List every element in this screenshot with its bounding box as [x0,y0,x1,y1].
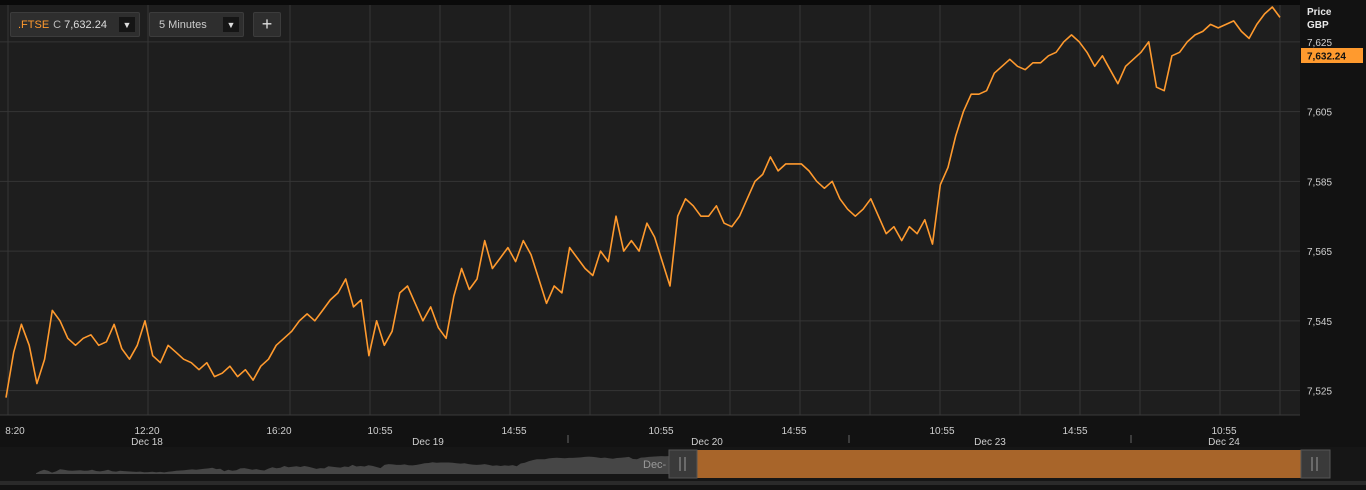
price-chart[interactable]: 7,525 7,545 7,565 7,585 7,605 7,625 8:20 12:20… [0,0,1366,485]
x-axis: 8:20 12:20Dec 18 16:20 10:55 Dec 19 14:55 10:5… [0,414,1300,448]
chevron-down-icon[interactable]: ▼ [119,17,135,32]
navigator-scrollbar[interactable] [0,481,1366,485]
interval-label: 5 Minutes [159,18,207,31]
plus-icon: + [261,14,273,34]
x-tick-label: 12:20 [134,426,159,437]
interval-select[interactable]: 5 Minutes ▼ [149,12,244,37]
y-tick-label: 7,605 [1307,108,1332,119]
symbol-select[interactable]: .FTSE C 7,632.24 ▼ [10,12,140,37]
x-date-label: Dec 24 [1208,437,1240,448]
x-tick-label: 14:55 [1062,426,1087,437]
y-tick-label: 7,585 [1307,177,1332,188]
close-value: 7,632.24 [64,18,107,31]
y-tick-label: 7,565 [1307,247,1332,258]
navigator-left-handle[interactable] [668,449,698,479]
close-prefix: C [53,18,62,31]
x-tick-label: 14:55 [781,426,806,437]
navigator-right-handle[interactable] [1300,449,1331,479]
navigator-selection[interactable] [697,450,1301,478]
x-tick-label: 10:55 [367,426,392,437]
y-tick-label: 7,625 [1307,38,1332,49]
chart-app: 7,525 7,545 7,565 7,585 7,605 7,625 8:20 12:20… [0,0,1366,485]
x-tick-label: 14:55 [501,426,526,437]
x-tick-label: 16:20 [266,426,291,437]
x-tick-label: 10:55 [929,426,954,437]
x-date-label: Dec 20 [691,437,723,448]
symbol-label: .FTSE [18,18,50,31]
chevron-down-icon[interactable]: ▼ [223,17,239,32]
x-date-label: Dec 18 [131,437,163,448]
navigator[interactable]: Dec- [0,447,1366,485]
x-date-label: Dec 23 [974,437,1006,448]
plot-background [0,0,1300,415]
price-axis-label: Price [1307,7,1332,18]
x-date-label: Dec 19 [412,437,444,448]
x-tick-label: 8:20 [5,426,25,437]
currency-label: GBP [1307,20,1329,31]
top-bar [0,0,1366,5]
current-price-label: 7,632.24 [1307,52,1346,63]
y-tick-label: 7,545 [1307,317,1332,328]
y-tick-label: 7,525 [1307,387,1332,398]
add-button[interactable]: + [253,12,281,37]
x-tick-label: 10:55 [648,426,673,437]
x-tick-label: 10:55 [1211,426,1236,437]
navigator-date-label: Dec- [643,459,667,471]
